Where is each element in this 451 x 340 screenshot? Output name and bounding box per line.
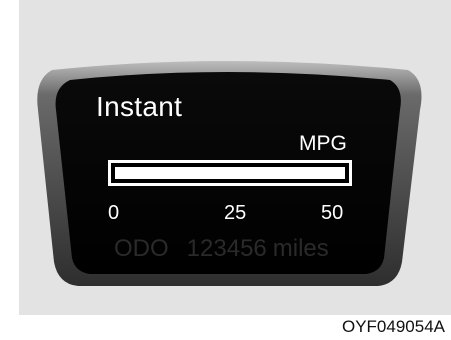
scale-tick-label: 50 [321, 202, 344, 224]
odometer-readout: ODO 123456 miles [114, 235, 329, 263]
scale-tick-label: 0 [108, 202, 120, 224]
odometer-value: 123456 [186, 235, 267, 262]
fuel-economy-bar-fill [115, 167, 345, 179]
scale-tick-label: 25 [224, 202, 247, 224]
mode-title: Instant [96, 91, 183, 122]
fuel-economy-bar [108, 160, 352, 186]
odometer-unit: miles [272, 235, 329, 262]
figure-code: OYF049054A [341, 317, 445, 336]
odometer-label: ODO [114, 235, 169, 262]
unit-label: MPG [299, 132, 347, 155]
